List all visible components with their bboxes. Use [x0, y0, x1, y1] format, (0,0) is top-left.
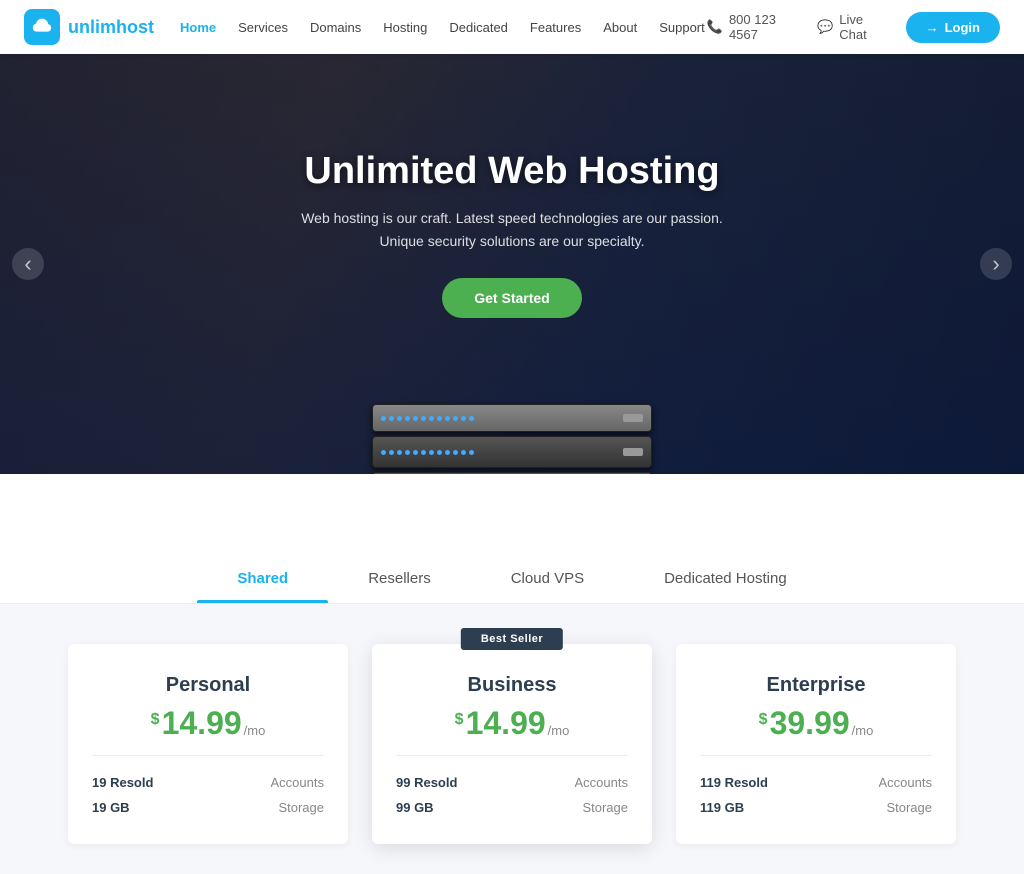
price-dollar-enterprise: $: [759, 711, 768, 729]
navbar-right: 📞 800 123 4567 💬 Live Chat → Login: [707, 12, 1000, 43]
nav-home[interactable]: Home: [178, 16, 218, 39]
feature-storage-label-personal: Storage: [278, 800, 324, 815]
card-price-enterprise: $ 39.99 /mo: [700, 707, 932, 739]
price-mo-business: /mo: [548, 723, 570, 738]
live-chat-label: Live Chat: [839, 12, 885, 42]
navbar-left: unlimhost Home Services Domains Hosting …: [24, 9, 707, 45]
feature-row-accounts-personal: 19 Resold Accounts: [92, 770, 324, 795]
tab-cloud-vps[interactable]: Cloud VPS: [471, 554, 624, 603]
feature-row-storage-business: 99 GB Storage: [396, 795, 628, 820]
phone-link[interactable]: 📞 800 123 4567: [707, 12, 797, 42]
nav-support[interactable]: Support: [657, 16, 707, 39]
feature-storage-label-business: Storage: [582, 800, 628, 815]
nav-hosting[interactable]: Hosting: [381, 16, 429, 39]
feature-row-accounts-enterprise: 119 Resold Accounts: [700, 770, 932, 795]
price-dollar-business: $: [455, 711, 464, 729]
login-button[interactable]: → Login: [906, 12, 1000, 43]
feature-storage-value-personal: 19 GB: [92, 800, 130, 815]
price-mo-enterprise: /mo: [852, 723, 874, 738]
hero-prev-arrow[interactable]: ‹: [12, 248, 44, 280]
card-title-enterprise: Enterprise: [700, 674, 932, 697]
logo-icon: [24, 9, 60, 45]
price-amount-enterprise: 39.99: [770, 707, 850, 739]
nav-services[interactable]: Services: [236, 16, 290, 39]
logo-text: unlimhost: [68, 17, 154, 38]
feature-storage-value-enterprise: 119 GB: [700, 800, 744, 815]
price-mo-personal: /mo: [244, 723, 266, 738]
navbar: unlimhost Home Services Domains Hosting …: [0, 0, 1024, 54]
feature-row-storage-personal: 19 GB Storage: [92, 795, 324, 820]
nav-features[interactable]: Features: [528, 16, 583, 39]
pricing-card-business: Best Seller Business $ 14.99 /mo 99 Reso…: [372, 644, 652, 844]
tab-shared[interactable]: Shared: [197, 554, 328, 603]
card-price-business: $ 14.99 /mo: [396, 707, 628, 739]
server-image: [372, 394, 652, 474]
tabs-row: Shared Resellers Cloud VPS Dedicated Hos…: [0, 554, 1024, 603]
feature-accounts-label-personal: Accounts: [271, 775, 324, 790]
feature-row-storage-enterprise: 119 GB Storage: [700, 795, 932, 820]
logo[interactable]: unlimhost: [24, 9, 154, 45]
hero-content: Unlimited Web Hosting Web hosting is our…: [301, 150, 723, 378]
chat-icon: 💬: [817, 19, 833, 35]
nav-links: Home Services Domains Hosting Dedicated …: [178, 16, 707, 39]
login-label: Login: [945, 20, 980, 35]
hero-section: ‹ Unlimited Web Hosting Web hosting is o…: [0, 54, 1024, 474]
pricing-card-personal: Personal $ 14.99 /mo 19 Resold Accounts …: [68, 644, 348, 844]
feature-accounts-value-enterprise: 119 Resold: [700, 775, 768, 790]
feature-accounts-label-business: Accounts: [575, 775, 628, 790]
nav-domains[interactable]: Domains: [308, 16, 363, 39]
card-price-personal: $ 14.99 /mo: [92, 707, 324, 739]
card-divider-enterprise: [700, 755, 932, 756]
card-divider-business: [396, 755, 628, 756]
hero-next-arrow[interactable]: ›: [980, 248, 1012, 280]
price-amount-business: 14.99: [466, 707, 546, 739]
tab-dedicated-hosting[interactable]: Dedicated Hosting: [624, 554, 827, 603]
card-title-personal: Personal: [92, 674, 324, 697]
pricing-cards-row: Personal $ 14.99 /mo 19 Resold Accounts …: [60, 644, 964, 844]
hosting-tabs-section: Shared Resellers Cloud VPS Dedicated Hos…: [0, 474, 1024, 604]
pricing-card-enterprise: Enterprise $ 39.99 /mo 119 Resold Accoun…: [676, 644, 956, 844]
feature-storage-label-enterprise: Storage: [886, 800, 932, 815]
price-amount-personal: 14.99: [162, 707, 242, 739]
nav-dedicated[interactable]: Dedicated: [447, 16, 510, 39]
hero-title: Unlimited Web Hosting: [301, 150, 723, 193]
phone-number: 800 123 4567: [729, 12, 797, 42]
feature-accounts-value-personal: 19 Resold: [92, 775, 153, 790]
card-divider-personal: [92, 755, 324, 756]
feature-row-accounts-business: 99 Resold Accounts: [396, 770, 628, 795]
tab-resellers[interactable]: Resellers: [328, 554, 471, 603]
feature-accounts-value-business: 99 Resold: [396, 775, 457, 790]
phone-icon: 📞: [707, 19, 723, 35]
pricing-section: Personal $ 14.99 /mo 19 Resold Accounts …: [0, 604, 1024, 874]
card-title-business: Business: [396, 674, 628, 697]
login-icon: →: [926, 20, 939, 35]
feature-accounts-label-enterprise: Accounts: [879, 775, 932, 790]
price-dollar-personal: $: [151, 711, 160, 729]
nav-about[interactable]: About: [601, 16, 639, 39]
hero-subtitle: Web hosting is our craft. Latest speed t…: [301, 207, 723, 252]
live-chat[interactable]: 💬 Live Chat: [817, 12, 886, 42]
hero-cta-button[interactable]: Get Started: [442, 278, 581, 318]
best-seller-badge: Best Seller: [461, 628, 563, 650]
feature-storage-value-business: 99 GB: [396, 800, 434, 815]
